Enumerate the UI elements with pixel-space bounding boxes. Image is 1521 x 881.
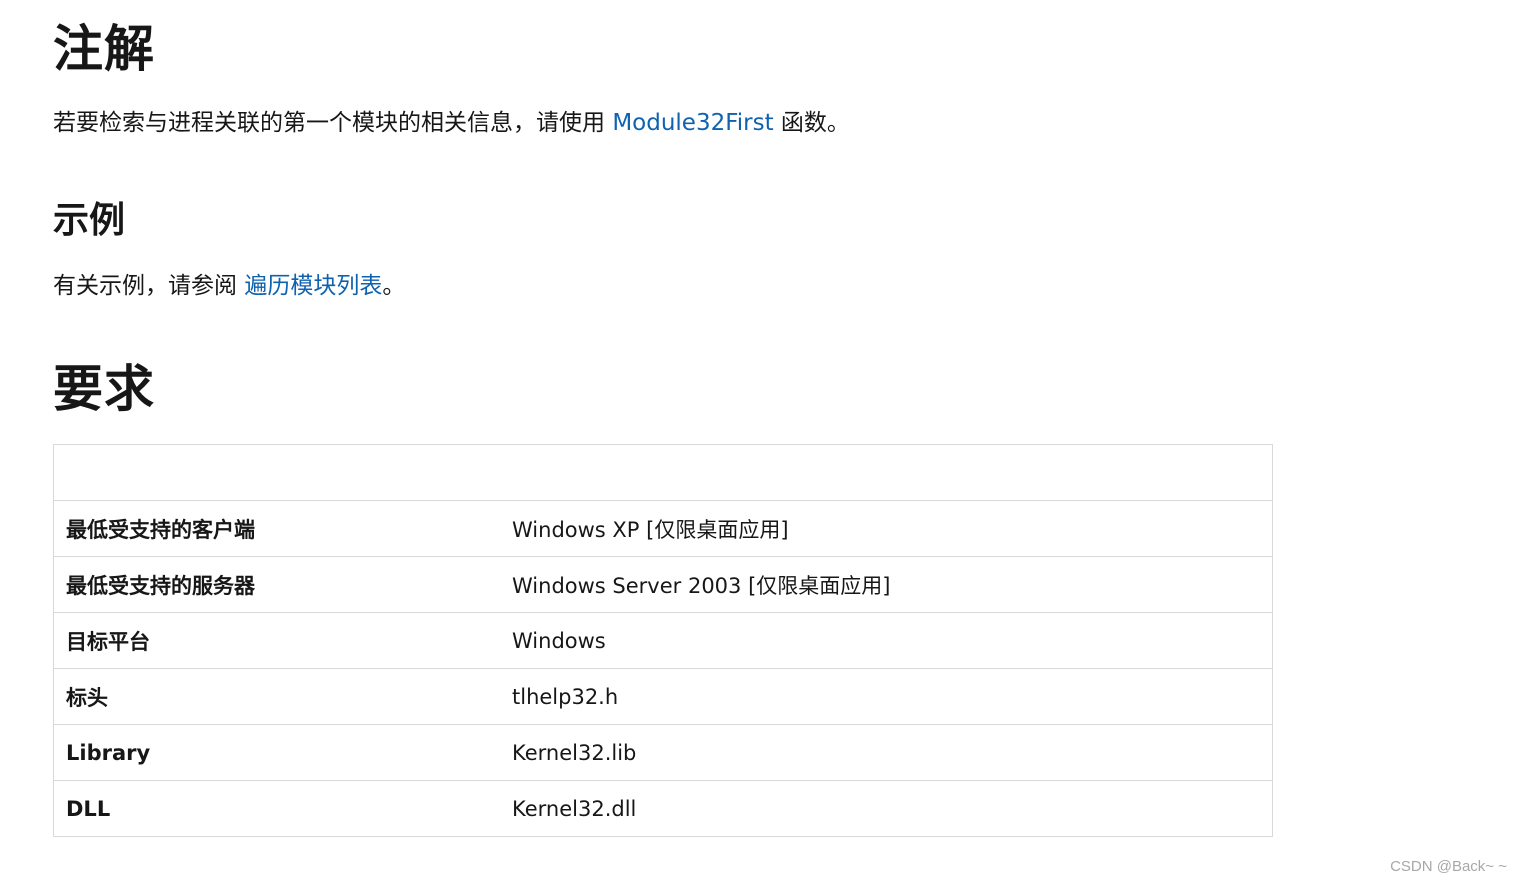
- remarks-text-after: 函数。: [773, 110, 850, 136]
- example-paragraph: 有关示例，请参阅 遍历模块列表。: [53, 272, 405, 302]
- example-text-before: 有关示例，请参阅: [53, 273, 245, 299]
- table-row: 目标平台 Windows: [53, 612, 1273, 669]
- row-label: 最低受支持的服务器: [53, 556, 500, 613]
- requirements-table-header: [53, 444, 1273, 501]
- remarks-paragraph: 若要检索与进程关联的第一个模块的相关信息，请使用 Module32First 函…: [53, 109, 850, 139]
- table-row: 最低受支持的服务器 Windows Server 2003 [仅限桌面应用]: [53, 556, 1273, 613]
- row-value: Kernel32.lib: [500, 724, 1273, 781]
- example-heading: 示例: [53, 200, 126, 241]
- table-row: 标头 tlhelp32.h: [53, 668, 1273, 725]
- module32first-link[interactable]: Module32First: [612, 110, 773, 136]
- walk-module-list-link[interactable]: 遍历模块列表: [244, 273, 382, 299]
- remarks-text-before: 若要检索与进程关联的第一个模块的相关信息，请使用: [53, 110, 613, 136]
- row-label: 目标平台: [53, 612, 500, 669]
- header-cell-value: [500, 444, 1273, 501]
- row-label: 标头: [53, 668, 500, 725]
- row-value: tlhelp32.h: [500, 668, 1273, 725]
- csdn-watermark: CSDN @Back~ ~: [1390, 858, 1507, 875]
- header-cell-label: [53, 444, 500, 501]
- example-text-after: 。: [382, 273, 406, 299]
- row-label: Library: [53, 724, 500, 781]
- row-label: 最低受支持的客户端: [53, 500, 500, 557]
- requirements-table: 最低受支持的客户端 Windows XP [仅限桌面应用] 最低受支持的服务器 …: [53, 444, 1273, 837]
- row-value: Windows: [500, 612, 1273, 669]
- row-value: Windows XP [仅限桌面应用]: [500, 500, 1273, 557]
- table-row: Library Kernel32.lib: [53, 724, 1273, 781]
- row-value: Windows Server 2003 [仅限桌面应用]: [500, 556, 1273, 613]
- remarks-heading: 注解: [53, 20, 155, 78]
- table-row: DLL Kernel32.dll: [53, 780, 1273, 837]
- table-row: 最低受支持的客户端 Windows XP [仅限桌面应用]: [53, 500, 1273, 557]
- requirements-heading: 要求: [53, 360, 155, 418]
- row-label: DLL: [53, 780, 500, 837]
- row-value: Kernel32.dll: [500, 780, 1273, 837]
